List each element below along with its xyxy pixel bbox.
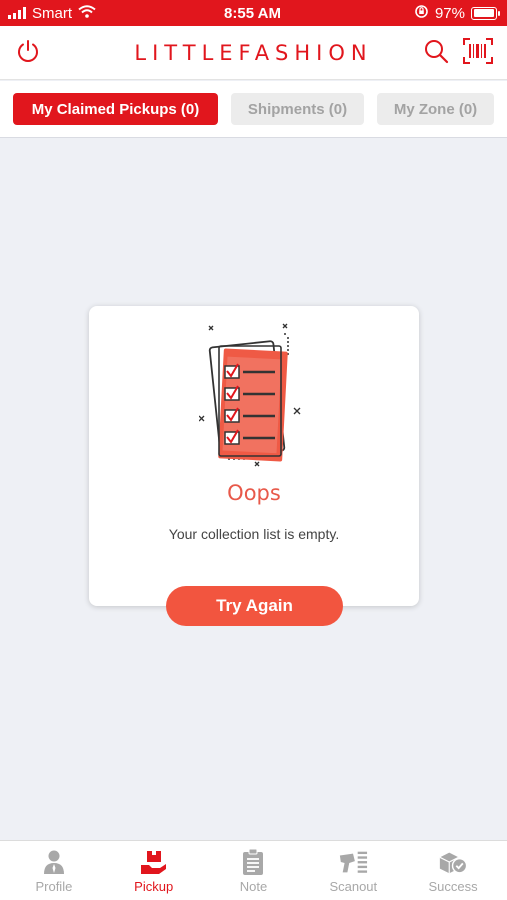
carrier-label: Smart xyxy=(32,4,73,22)
search-button[interactable] xyxy=(421,38,451,68)
nav-item-success[interactable]: Success xyxy=(403,848,503,894)
status-time: 8:55 AM xyxy=(224,4,281,22)
nav-label-scanout: Scanout xyxy=(329,878,378,894)
empty-state-card: Oops Your collection list is empty. xyxy=(89,306,419,606)
pickup-tabs: My Claimed Pickups (0) Shipments (0) My … xyxy=(0,81,507,138)
scanout-icon xyxy=(338,848,368,876)
battery-percent: 97% xyxy=(434,4,465,22)
power-button[interactable] xyxy=(13,38,43,68)
wifi-icon xyxy=(78,4,96,22)
tab-my-zone[interactable]: My Zone (0) xyxy=(377,93,494,125)
success-icon xyxy=(438,848,468,876)
tab-my-claimed-pickups[interactable]: My Claimed Pickups (0) xyxy=(13,93,218,125)
bottom-nav: Profile Pickup Note Scanout Success xyxy=(0,840,507,900)
power-icon xyxy=(15,38,41,69)
battery-icon xyxy=(471,6,500,20)
try-again-button[interactable]: Try Again xyxy=(166,586,343,626)
pickup-icon xyxy=(139,848,169,876)
app-header: LITTLEFASHION xyxy=(0,26,507,80)
note-icon xyxy=(238,848,268,876)
nav-item-note[interactable]: Note xyxy=(204,848,304,894)
nav-label-profile: Profile xyxy=(35,878,73,894)
empty-state-title: Oops xyxy=(227,481,281,505)
nav-label-note: Note xyxy=(239,878,268,894)
orientation-lock-icon xyxy=(414,4,429,23)
checklist-icon xyxy=(198,322,309,477)
signal-icon xyxy=(8,7,26,19)
tab-shipments[interactable]: Shipments (0) xyxy=(231,93,364,125)
nav-label-pickup: Pickup xyxy=(134,878,174,894)
barcode-scan-button[interactable] xyxy=(463,37,493,69)
nav-label-success: Success xyxy=(428,878,478,894)
nav-item-profile[interactable]: Profile xyxy=(4,848,104,894)
search-icon xyxy=(423,38,449,69)
nav-item-scanout[interactable]: Scanout xyxy=(303,848,403,894)
status-bar: Smart 8:55 AM 97% xyxy=(0,0,507,26)
empty-state-message: Your collection list is empty. xyxy=(168,526,340,542)
profile-icon xyxy=(39,848,69,876)
nav-item-pickup[interactable]: Pickup xyxy=(104,848,204,894)
barcode-scan-icon xyxy=(463,37,493,69)
brand-title: LITTLEFASHION xyxy=(134,40,373,65)
